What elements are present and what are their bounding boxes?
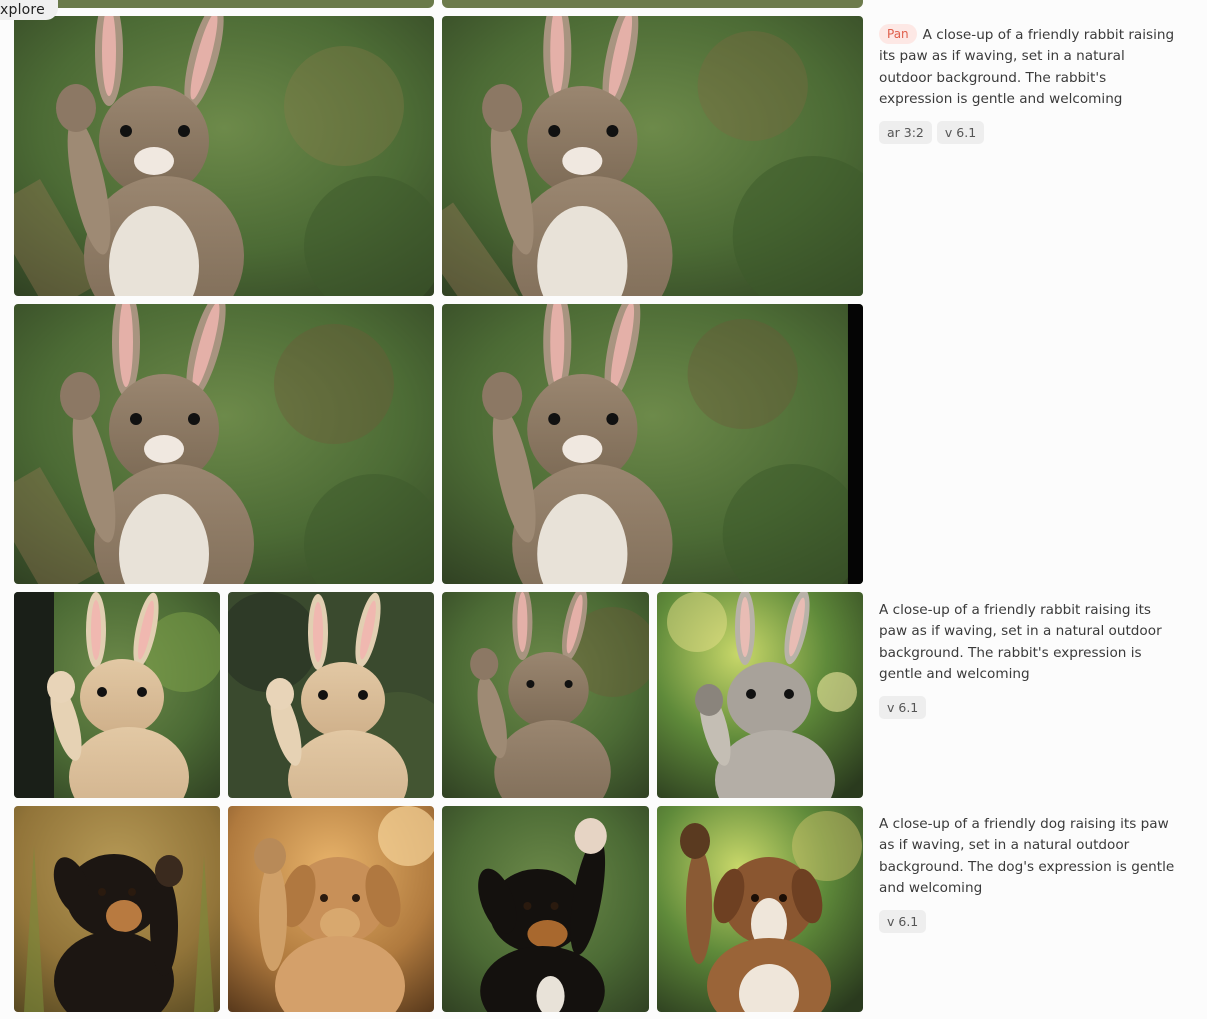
generated-image[interactable]	[14, 304, 434, 584]
previous-image-strip[interactable]	[442, 0, 863, 8]
job-params: v 6.1	[879, 696, 927, 719]
prompt-text: A close-up of a friendly dog raising its…	[879, 816, 1175, 896]
generated-image[interactable]	[228, 592, 434, 798]
explore-tab[interactable]: xplore	[0, 0, 58, 20]
generated-image[interactable]	[14, 806, 220, 1012]
job-params: v 6.1	[879, 910, 927, 933]
version-chip[interactable]: v 6.1	[879, 910, 927, 933]
explore-label: xplore	[0, 2, 45, 18]
pan-badge: Pan	[879, 24, 917, 44]
generated-image[interactable]	[657, 592, 863, 798]
job-prompt[interactable]: A close-up of a friendly rabbit raising …	[879, 600, 1179, 685]
version-chip[interactable]: v 6.1	[936, 121, 985, 144]
prompt-text: A close-up of a friendly rabbit raising …	[879, 27, 1175, 107]
job-prompt[interactable]: Pan A close-up of a friendly rabbit raisi…	[879, 24, 1179, 110]
aspect-ratio-chip[interactable]: ar 3:2	[879, 121, 932, 144]
generated-image[interactable]	[14, 16, 434, 296]
generated-image[interactable]	[657, 806, 863, 1012]
generated-image[interactable]	[14, 592, 220, 798]
previous-image-strip[interactable]	[14, 0, 434, 8]
generated-image[interactable]	[442, 806, 649, 1012]
job-params: ar 3:2 v 6.1	[879, 121, 985, 144]
generated-image[interactable]	[442, 592, 649, 798]
version-chip[interactable]: v 6.1	[879, 696, 927, 719]
prompt-text: A close-up of a friendly rabbit raising …	[879, 602, 1162, 682]
generated-image[interactable]	[442, 304, 863, 584]
job-prompt[interactable]: A close-up of a friendly dog raising its…	[879, 814, 1179, 899]
generated-image[interactable]	[442, 16, 863, 296]
generated-image[interactable]	[228, 806, 434, 1012]
